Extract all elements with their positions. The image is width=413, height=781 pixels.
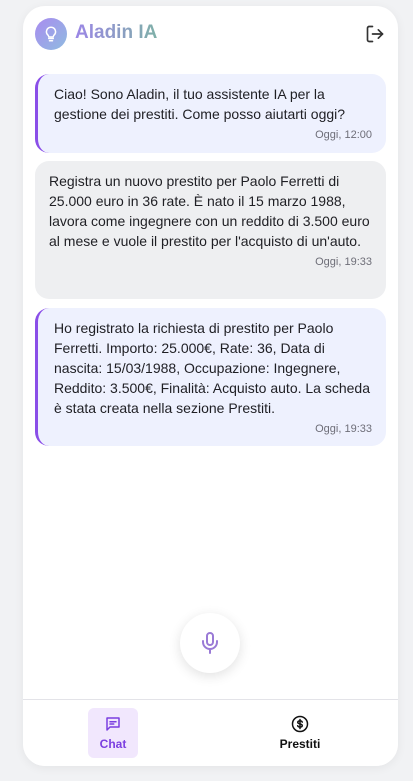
- assistant-message: Ho registrato la richiesta di prestito p…: [35, 308, 386, 446]
- message-time: Oggi, 19:33: [315, 423, 372, 435]
- user-message: Registra un nuovo prestito per Paolo Fer…: [35, 161, 386, 299]
- microphone-button[interactable]: [180, 613, 240, 673]
- nav-label-chat: Chat: [99, 737, 127, 751]
- app-title: Aladin IA: [75, 22, 158, 43]
- message-text: Registra un nuovo prestito per Paolo Fer…: [49, 173, 370, 249]
- logout-button[interactable]: [364, 23, 386, 45]
- logout-icon: [366, 25, 384, 43]
- message-text: Ho registrato la richiesta di prestito p…: [54, 320, 370, 416]
- nav-tab-chat[interactable]: Chat: [88, 708, 138, 758]
- message-text: Ciao! Sono Aladin, il tuo assistente IA …: [54, 86, 346, 122]
- lightbulb-icon: [35, 18, 67, 50]
- microphone-icon: [202, 632, 218, 654]
- app-card: Aladin IA Ciao! Sono Aladin, il tuo assi…: [23, 6, 398, 766]
- bottom-nav: Chat Prestiti: [23, 699, 398, 766]
- assistant-message: Ciao! Sono Aladin, il tuo assistente IA …: [35, 74, 386, 153]
- header: Aladin IA: [23, 6, 398, 64]
- message-time: Oggi, 19:33: [315, 256, 372, 268]
- chat-icon: [106, 717, 120, 731]
- nav-label-prestiti: Prestiti: [279, 737, 321, 751]
- nav-tab-prestiti[interactable]: Prestiti: [270, 708, 330, 758]
- dollar-circle-icon: [291, 715, 309, 733]
- message-time: Oggi, 12:00: [315, 129, 372, 141]
